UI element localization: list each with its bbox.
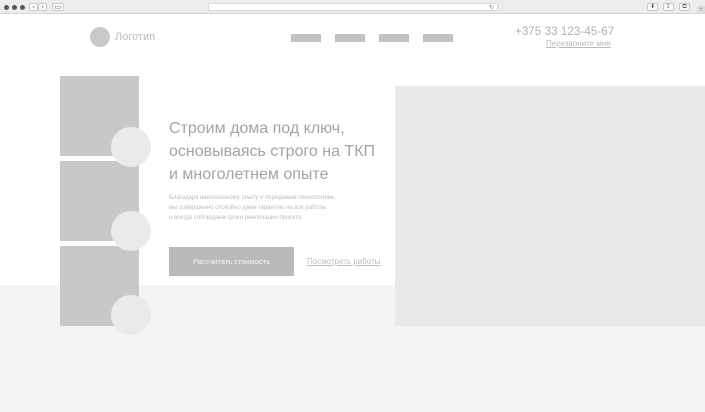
hero-description: Благодаря накопленному опыту и передовым… — [169, 193, 389, 223]
close-window-icon[interactable] — [4, 5, 9, 10]
badge-circle-1 — [111, 127, 151, 167]
browser-toolbar: ‹ › ▭ ↻ ⬇ ⇪ ⧉ + — [0, 0, 705, 14]
badge-circle-2 — [111, 211, 151, 251]
phone-number[interactable]: +375 33 123-45-67 — [515, 26, 614, 38]
forward-button[interactable]: › — [38, 3, 47, 11]
badge-circle-3 — [111, 295, 151, 335]
callback-link[interactable]: Перезвоните мне — [546, 39, 611, 48]
nav-item-2[interactable] — [335, 34, 365, 42]
share-button[interactable]: ⇪ — [663, 3, 674, 11]
new-tab-button[interactable]: + — [697, 6, 705, 14]
address-bar[interactable]: ↻ — [208, 3, 498, 11]
sidebar-toggle-button[interactable]: ▭ — [52, 3, 64, 11]
hero-description-line: мы совершенно спокойно даем гарантию на … — [169, 205, 326, 211]
nav-item-4[interactable] — [423, 34, 453, 42]
hero-title-line: основываясь строго на ТКП — [169, 143, 376, 160]
nav-item-3[interactable] — [379, 34, 409, 42]
back-button[interactable]: ‹ — [29, 3, 38, 11]
hero-title-line: и многолетнем опыте — [169, 166, 329, 183]
hero-title-line: Строим дома под ключ, — [169, 120, 345, 137]
hero-description-line: и всегда соблюдаем сроки реализации прое… — [169, 215, 302, 221]
hero-image-placeholder — [395, 86, 705, 326]
hero-title: Строим дома под ключ, основываясь строго… — [169, 117, 399, 186]
hero-description-line: Благодаря накопленному опыту и передовым… — [169, 195, 336, 201]
view-works-link[interactable]: Посмотреть работы — [307, 257, 381, 266]
logo-text[interactable]: Логотип — [115, 31, 155, 43]
nav-item-1[interactable] — [291, 34, 321, 42]
minimize-window-icon[interactable] — [12, 5, 17, 10]
maximize-window-icon[interactable] — [20, 5, 25, 10]
reload-icon[interactable]: ↻ — [489, 4, 494, 11]
logo-icon[interactable] — [90, 27, 110, 47]
download-button[interactable]: ⬇ — [647, 3, 658, 11]
calculate-cost-button[interactable]: Рассчитать стоимость — [169, 247, 294, 276]
tabs-overview-button[interactable]: ⧉ — [679, 3, 690, 11]
